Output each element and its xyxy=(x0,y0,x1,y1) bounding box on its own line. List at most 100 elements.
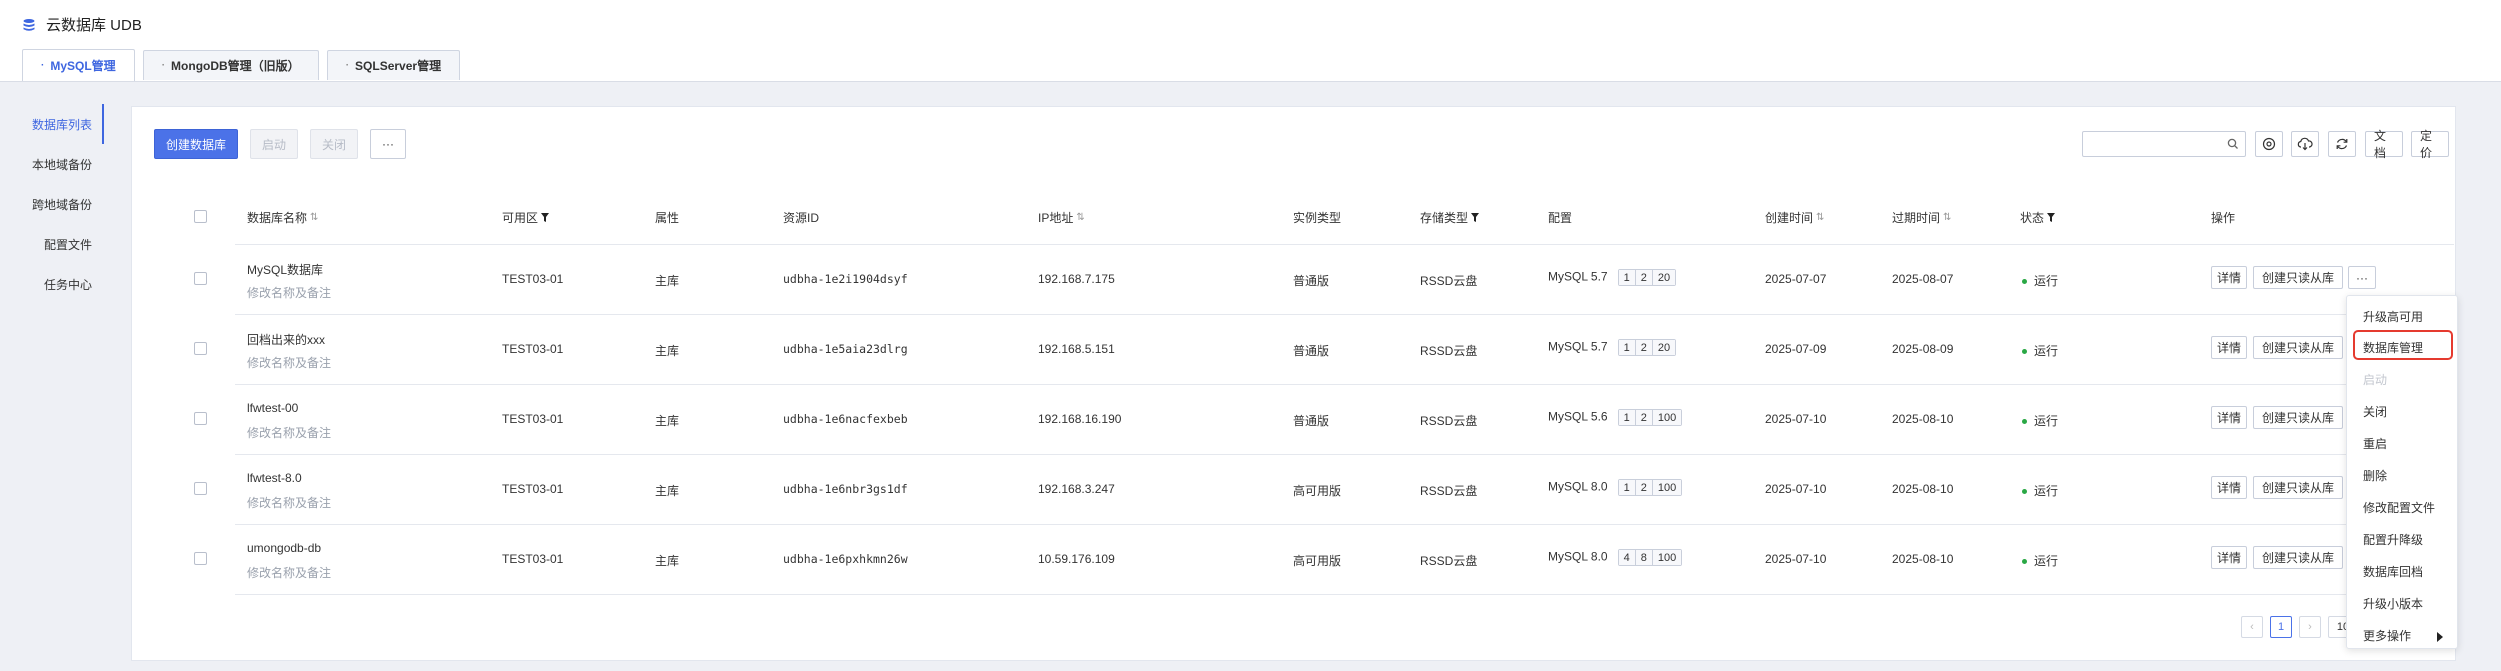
chevron-right-icon xyxy=(2437,632,2443,642)
tab-bullet: · xyxy=(161,60,166,71)
menu-item-upgrade-ha[interactable]: 升级高可用 xyxy=(2363,308,2423,325)
create-replica-button[interactable]: 创建只读从库 xyxy=(2253,406,2343,429)
col-header-expires[interactable]: 过期时间 ⇅ xyxy=(1892,209,1951,226)
details-button[interactable]: 详情 xyxy=(2211,476,2247,499)
storage-type: RSSD云盘 xyxy=(1420,484,1478,498)
edit-name-remark-link[interactable]: 修改名称及备注 xyxy=(247,494,331,511)
attribute: 主库 xyxy=(655,344,680,358)
create-replica-button[interactable]: 创建只读从库 xyxy=(2253,336,2343,359)
pagination-prev-button[interactable]: ‹ xyxy=(2241,616,2263,638)
col-header-created[interactable]: 创建时间 ⇅ xyxy=(1765,209,1824,226)
sort-icon[interactable]: ⇅ xyxy=(1076,212,1084,223)
menu-item-start[interactable]: 启动 xyxy=(2363,371,2387,388)
sidebar-item-cross-region-backup[interactable]: 跨地域备份 xyxy=(22,184,104,224)
spec-cpu: 4 xyxy=(1618,550,1636,565)
sidebar-item-task-center[interactable]: 任务中心 xyxy=(22,264,104,304)
filter-icon[interactable] xyxy=(1471,213,1480,222)
filter-icon[interactable] xyxy=(2047,213,2056,222)
spec-cpu: 1 xyxy=(1618,270,1636,285)
col-header-ip[interactable]: IP地址 ⇅ xyxy=(1038,209,1085,226)
menu-item-more-operations[interactable]: 更多操作 xyxy=(2363,627,2411,644)
top-bar: 云数据库 UDB · MySQL管理 · MongoDB管理（旧版） · SQLSer… xyxy=(0,0,2501,82)
col-header-storage[interactable]: 存储类型 xyxy=(1420,209,1480,226)
menu-item-restart[interactable]: 重启 xyxy=(2363,435,2387,452)
edit-name-remark-link[interactable]: 修改名称及备注 xyxy=(247,284,331,301)
filter-icon[interactable] xyxy=(541,213,550,222)
col-header-label: 操作 xyxy=(2211,211,2236,225)
instance-name[interactable]: MySQL数据库 xyxy=(247,261,323,278)
instance-name[interactable]: lfwtest-00 xyxy=(247,401,298,415)
status-badge: 运行 xyxy=(2022,342,2058,359)
status-dot xyxy=(2022,349,2027,355)
row-checkbox[interactable] xyxy=(194,552,207,565)
search-input[interactable] xyxy=(2082,131,2246,157)
settings-button[interactable] xyxy=(2255,131,2283,157)
more-actions-button[interactable]: ··· xyxy=(370,129,406,159)
create-replica-button[interactable]: 创建只读从库 xyxy=(2253,266,2343,289)
row-divider xyxy=(235,384,2454,385)
gear-icon xyxy=(2262,137,2276,151)
create-replica-button[interactable]: 创建只读从库 xyxy=(2253,546,2343,569)
config: MySQL 5.7 1 2 20 xyxy=(1548,269,1677,286)
app-title-text: 云数据库 UDB xyxy=(46,17,142,34)
row-checkbox[interactable] xyxy=(194,482,207,495)
menu-item-database-management[interactable]: 数据库管理 xyxy=(2363,339,2423,356)
row-checkbox[interactable] xyxy=(194,272,207,285)
download-button[interactable] xyxy=(2291,131,2319,157)
row-divider xyxy=(235,314,2454,315)
col-header-name[interactable]: 数据库名称 ⇅ xyxy=(247,209,318,226)
details-button[interactable]: 详情 xyxy=(2211,546,2247,569)
col-header-label: 配置 xyxy=(1548,211,1573,225)
tab-mysql[interactable]: · MySQL管理 xyxy=(22,49,135,81)
edit-name-remark-link[interactable]: 修改名称及备注 xyxy=(247,564,331,581)
menu-item-rollback[interactable]: 数据库回档 xyxy=(2363,563,2423,580)
edit-name-remark-link[interactable]: 修改名称及备注 xyxy=(247,424,331,441)
details-button[interactable]: 详情 xyxy=(2211,406,2247,429)
sort-icon[interactable]: ⇅ xyxy=(1816,212,1824,223)
ip-address: 192.168.16.190 xyxy=(1038,412,1122,426)
menu-item-modify-config[interactable]: 修改配置文件 xyxy=(2363,499,2435,516)
tab-mongodb[interactable]: · MongoDB管理（旧版） xyxy=(142,50,319,80)
ip-address: 192.168.3.247 xyxy=(1038,482,1115,496)
select-all-checkbox[interactable] xyxy=(194,210,207,223)
instance-name[interactable]: umongodb-db xyxy=(247,541,321,555)
row-checkbox[interactable] xyxy=(194,342,207,355)
sort-icon[interactable]: ⇅ xyxy=(1943,212,1951,223)
docs-button[interactable]: 文档 xyxy=(2365,129,2403,160)
menu-item-close[interactable]: 关闭 xyxy=(2363,403,2387,420)
status-dot xyxy=(2022,559,2027,565)
menu-item-minor-upgrade[interactable]: 升级小版本 xyxy=(2363,595,2423,612)
details-button[interactable]: 详情 xyxy=(2211,336,2247,359)
refresh-button[interactable] xyxy=(2328,131,2356,157)
create-database-button[interactable]: 创建数据库 xyxy=(154,129,238,159)
product-tabs: · MySQL管理 · MongoDB管理（旧版） · SQLServer管理 xyxy=(22,49,461,81)
row-more-button[interactable]: ··· xyxy=(2348,266,2376,289)
pagination-page-button[interactable]: 1 xyxy=(2270,616,2292,638)
edit-name-remark-link[interactable]: 修改名称及备注 xyxy=(247,354,331,371)
status-text: 运行 xyxy=(2034,344,2059,358)
created-time: 2025-07-10 xyxy=(1765,412,1827,426)
table-header-divider xyxy=(235,244,2454,245)
start-button[interactable]: 启动 xyxy=(250,129,298,159)
menu-item-resize[interactable]: 配置升降级 xyxy=(2363,531,2423,548)
menu-item-delete[interactable]: 删除 xyxy=(2363,467,2387,484)
pagination-next-button[interactable]: › xyxy=(2299,616,2321,638)
create-replica-button[interactable]: 创建只读从库 xyxy=(2253,476,2343,499)
instance-name[interactable]: 回档出来的xxx xyxy=(247,331,325,348)
row-checkbox[interactable] xyxy=(194,412,207,425)
sidebar-item-config-files[interactable]: 配置文件 xyxy=(22,224,104,264)
sidebar-item-local-backup[interactable]: 本地域备份 xyxy=(22,144,104,184)
sidebar-item-database-list[interactable]: 数据库列表 xyxy=(22,104,104,144)
pricing-button[interactable]: 定价 xyxy=(2411,129,2449,160)
col-header-status[interactable]: 状态 xyxy=(2020,209,2056,226)
col-header-label: 属性 xyxy=(655,211,680,225)
col-header-zone[interactable]: 可用区 xyxy=(502,209,550,226)
sort-icon[interactable]: ⇅ xyxy=(310,212,318,223)
close-button[interactable]: 关闭 xyxy=(310,129,358,159)
tab-bullet: · xyxy=(345,60,350,71)
tab-sqlserver[interactable]: · SQLServer管理 xyxy=(326,50,461,80)
col-header-label: 过期时间 xyxy=(1892,211,1941,225)
details-button[interactable]: 详情 xyxy=(2211,266,2247,289)
created-time: 2025-07-09 xyxy=(1765,342,1827,356)
instance-name[interactable]: lfwtest-8.0 xyxy=(247,471,302,485)
